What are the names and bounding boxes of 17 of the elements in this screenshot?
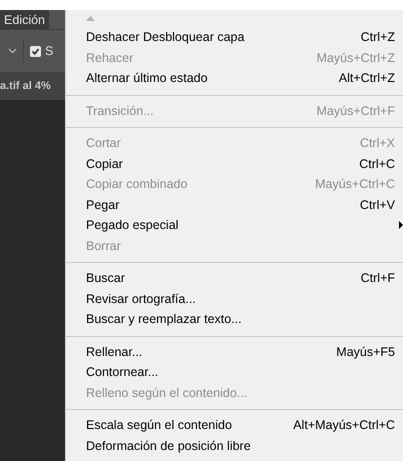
menu-item[interactable]: Deshacer Desbloquear capa Ctrl+Z <box>86 27 403 48</box>
menu-item[interactable]: Escala según el contenido Alt+Mayús+Ctrl+C <box>86 415 403 436</box>
chevron-down-icon[interactable] <box>8 48 17 54</box>
menu-item[interactable]: Pegar Ctrl+V <box>86 194 403 215</box>
checkbox-label: S <box>45 44 54 58</box>
checkbox[interactable] <box>30 46 41 56</box>
menu-item[interactable]: Buscar y reemplazar texto... <box>86 309 403 330</box>
edit-menu[interactable]: Edición <box>0 10 49 29</box>
menu-item[interactable]: Buscar Ctrl+F <box>86 268 403 288</box>
menu-item[interactable]: Deformación de posición libre <box>86 436 403 456</box>
menu-item[interactable]: Revisar ortografía... <box>86 288 403 309</box>
menu-item[interactable]: Alternar último estado Alt+Ctrl+Z <box>86 68 403 88</box>
menu-item[interactable]: Rellenar... Mayús+F5 <box>86 342 403 362</box>
menu-item[interactable]: Pegado especial <box>86 215 403 236</box>
menu-item[interactable]: Copiar Ctrl+C <box>86 154 403 174</box>
submenu-arrow-icon <box>399 221 403 230</box>
menu-item[interactable]: Contornear... <box>86 362 403 382</box>
